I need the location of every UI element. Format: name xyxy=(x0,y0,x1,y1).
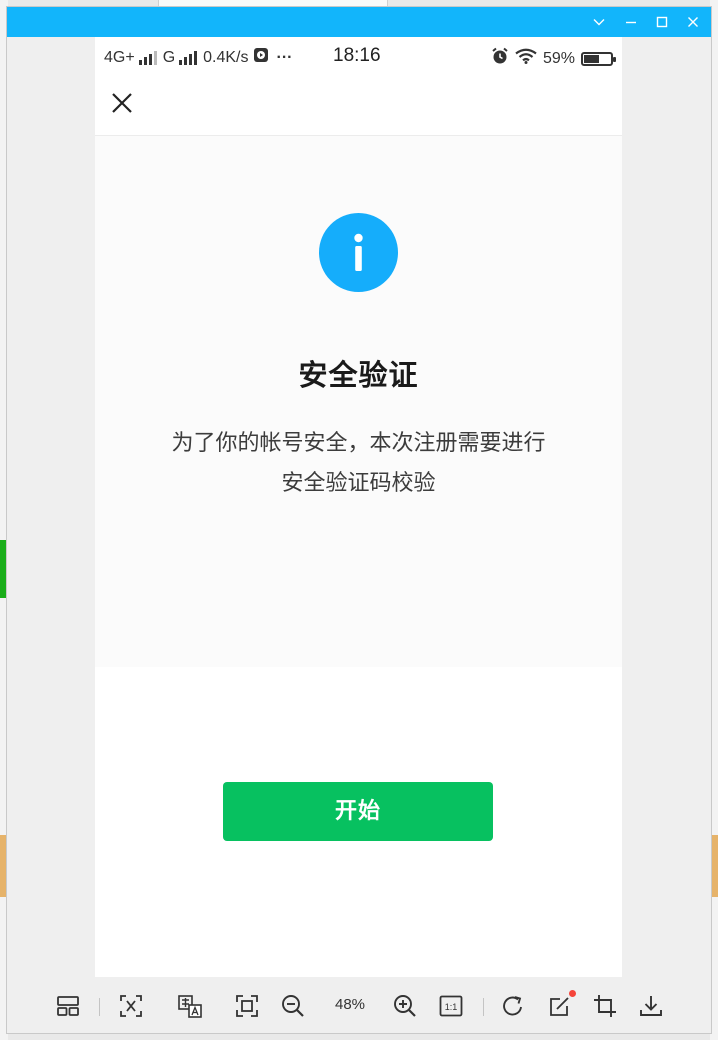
battery-icon xyxy=(581,51,616,66)
zoom-in-icon[interactable] xyxy=(391,992,419,1020)
description-text: 为了你的帐号安全，本次注册需要进行 安全验证码校验 xyxy=(135,424,582,504)
fit-screen-icon[interactable] xyxy=(233,992,261,1020)
network-label: 4G+ xyxy=(104,48,135,66)
ocr-icon[interactable] xyxy=(117,992,145,1020)
chevron-down-icon[interactable] xyxy=(589,12,609,32)
zoom-level: 48% xyxy=(334,996,366,1013)
wifi-icon xyxy=(515,48,537,69)
viewer-toolbar: 48% 1:1 xyxy=(7,982,711,1033)
media-icon xyxy=(253,47,269,68)
signal-icon xyxy=(138,50,157,65)
titlebar xyxy=(7,7,711,37)
close-icon[interactable] xyxy=(683,12,703,32)
clock: 18:16 xyxy=(333,45,381,66)
edit-icon[interactable] xyxy=(546,990,576,1020)
verification-content: 安全验证 为了你的帐号安全，本次注册需要进行 安全验证码校验 xyxy=(95,136,622,666)
phone-screenshot: 4G+ G 0.4K/s ··· 18:16 59% 安全验证 为了你的帐号安全… xyxy=(95,37,622,977)
rotate-icon[interactable] xyxy=(499,992,527,1020)
network-label-2: G xyxy=(162,48,176,66)
translate-icon[interactable] xyxy=(176,992,204,1020)
close-icon[interactable] xyxy=(109,90,135,116)
actual-size-icon[interactable]: 1:1 xyxy=(437,992,465,1020)
description-line-2: 安全验证码校验 xyxy=(281,471,436,496)
nav-bar xyxy=(95,75,622,136)
battery-percent: 59% xyxy=(542,49,575,67)
toolbar-divider xyxy=(99,998,100,1016)
signal-icon-2 xyxy=(179,50,198,65)
speed-label: 0.4K/s xyxy=(203,48,249,66)
background-orange-strip-right xyxy=(710,835,718,897)
minimize-icon[interactable] xyxy=(621,12,641,32)
page-title: 安全验证 xyxy=(298,358,419,392)
svg-text:1:1: 1:1 xyxy=(445,1002,458,1012)
more-notifications: ··· xyxy=(276,48,293,66)
toolbar-divider-2 xyxy=(483,998,484,1016)
maximize-icon[interactable] xyxy=(652,12,672,32)
download-icon[interactable] xyxy=(637,992,665,1020)
layout-icon[interactable] xyxy=(54,992,82,1020)
info-icon xyxy=(319,213,398,292)
action-area: 开始 xyxy=(95,667,622,977)
status-bar: 4G+ G 0.4K/s ··· 18:16 59% xyxy=(95,37,622,75)
notification-dot xyxy=(569,990,576,997)
image-viewer-window: 4G+ G 0.4K/s ··· 18:16 59% 安全验证 为了你的帐号安全… xyxy=(7,7,711,1033)
start-button[interactable]: 开始 xyxy=(223,782,493,841)
zoom-out-icon[interactable] xyxy=(279,992,307,1020)
alarm-icon xyxy=(491,47,509,70)
crop-icon[interactable] xyxy=(591,992,619,1020)
description-line-1: 为了你的帐号安全，本次注册需要进行 xyxy=(171,431,546,456)
